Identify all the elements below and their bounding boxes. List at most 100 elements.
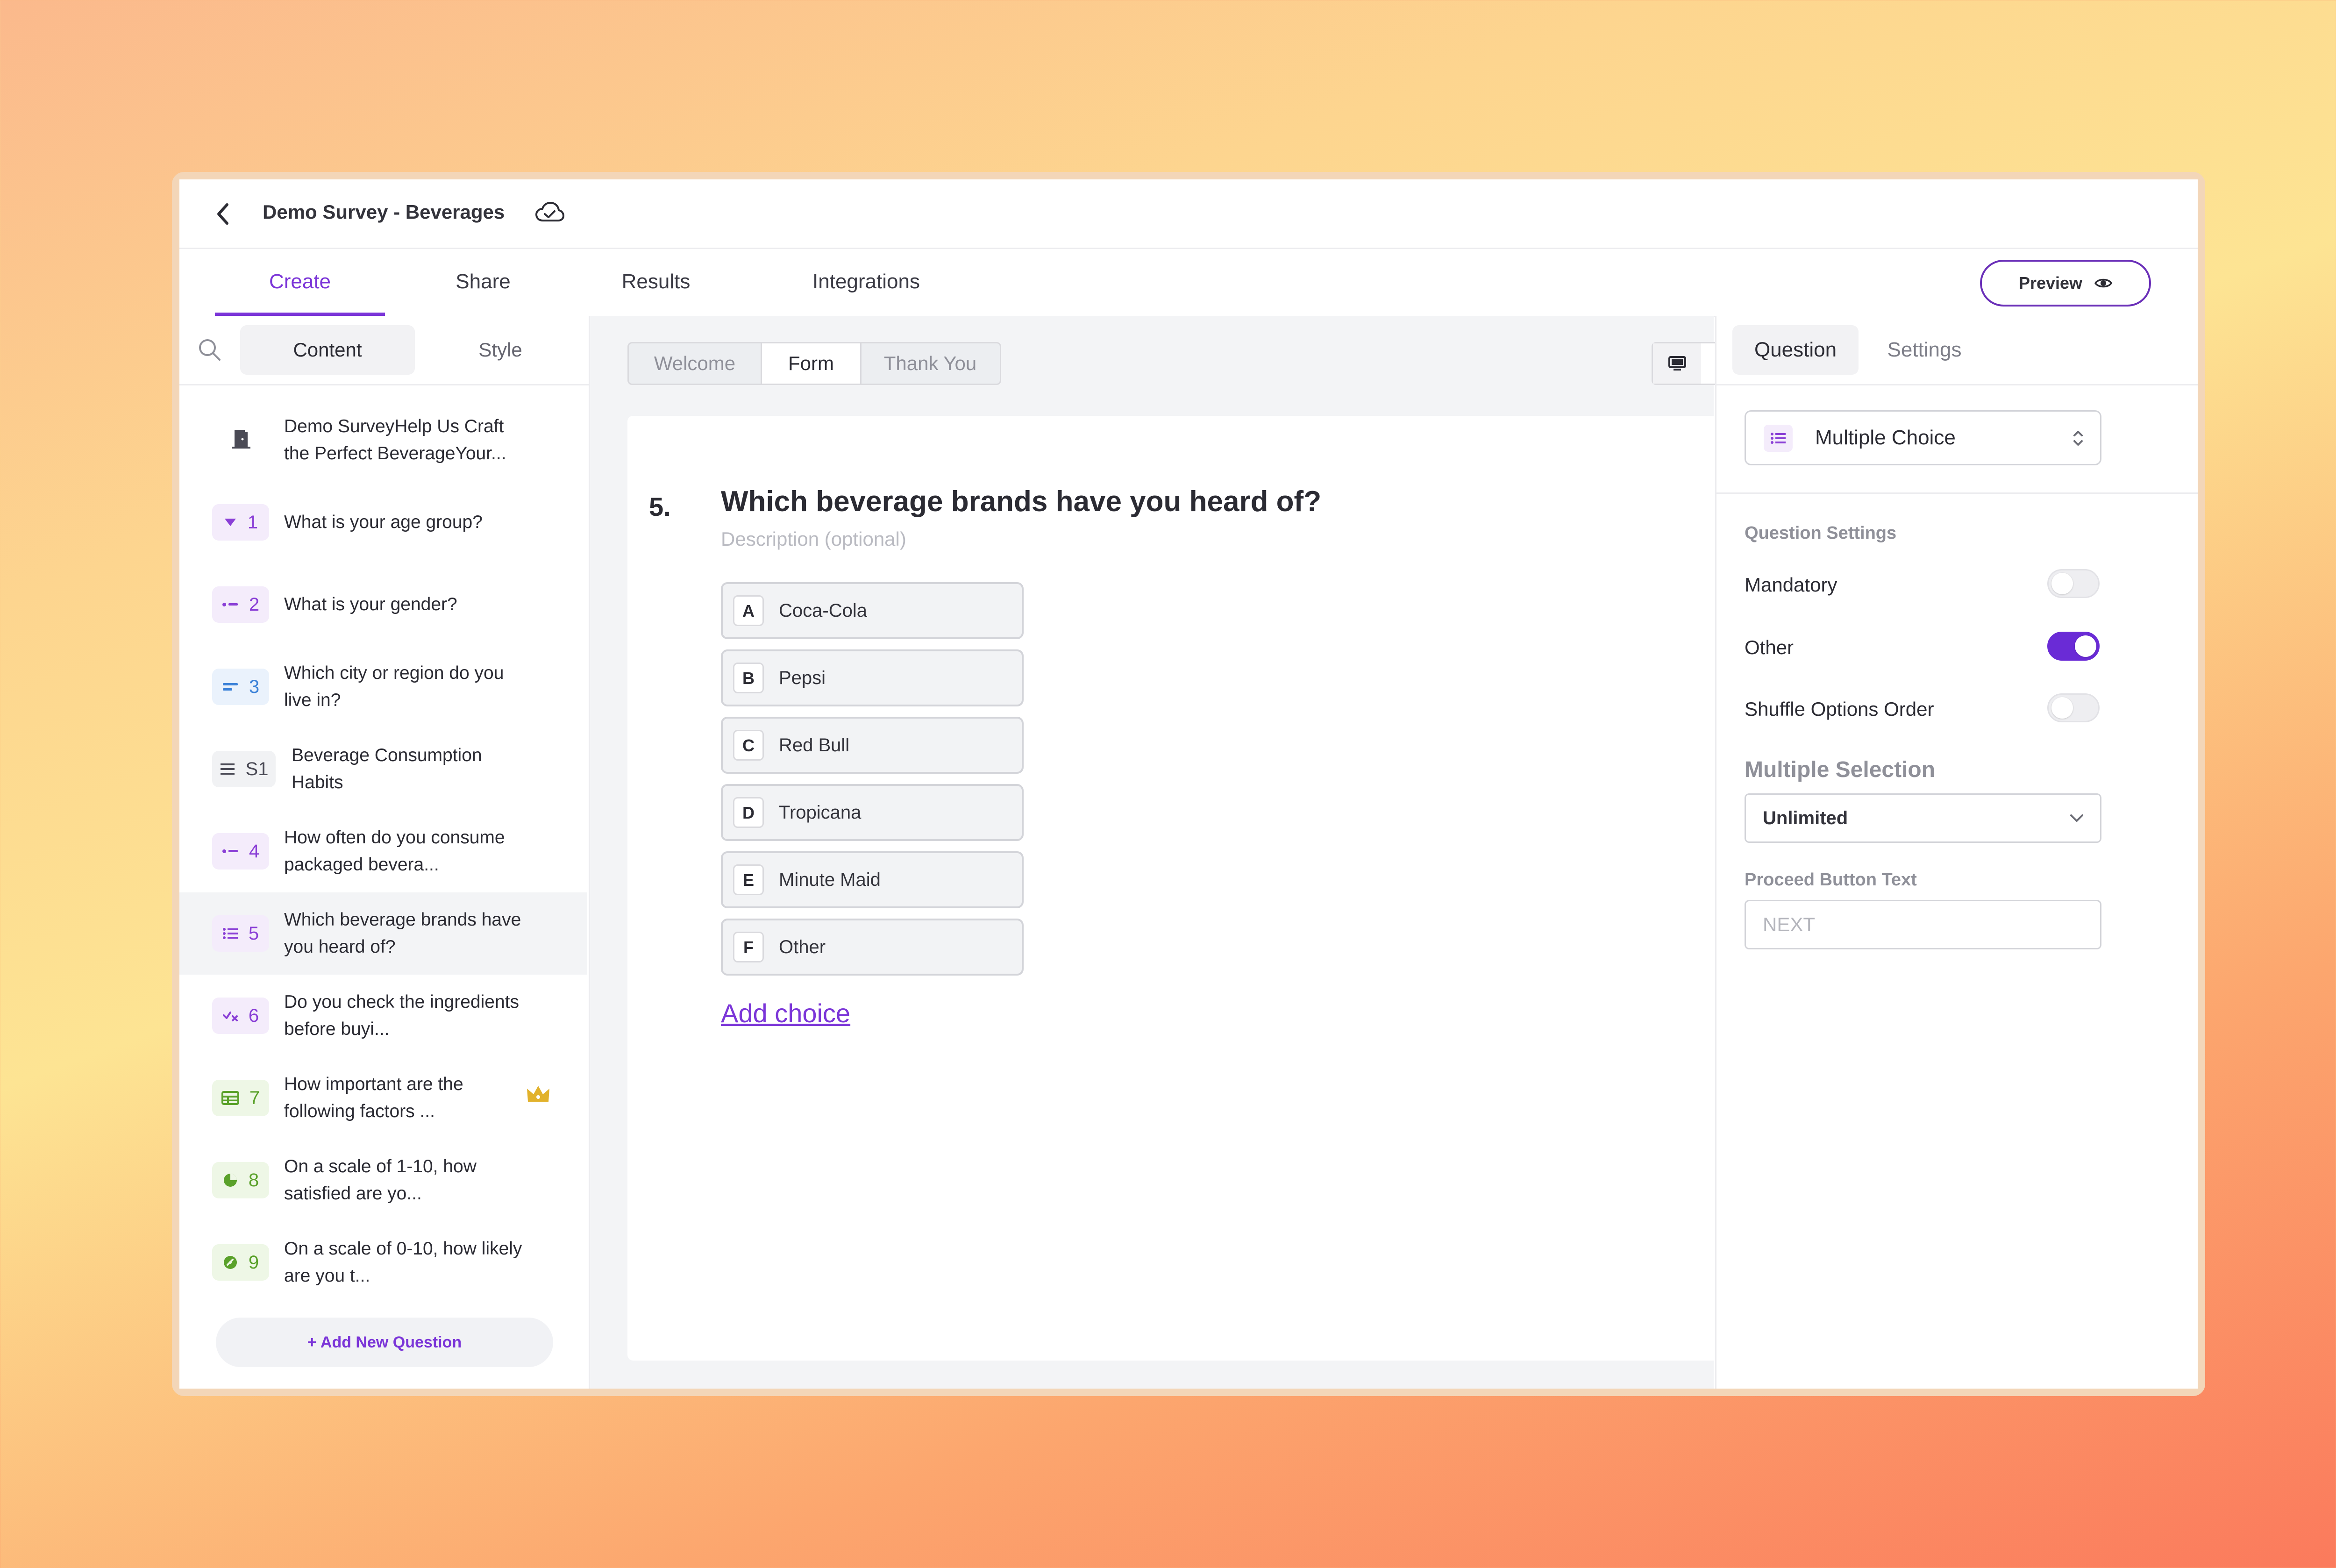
list-item-text: Demo SurveyHelp Us Craft the Perfect Bev… — [284, 416, 506, 463]
list-item-text: How important are the following factors … — [284, 1074, 463, 1121]
choice-option[interactable]: D Tropicana — [721, 784, 1024, 841]
add-choice-link[interactable]: Add choice — [721, 998, 850, 1028]
question-type-label: Multiple Choice — [1815, 426, 1956, 449]
question-description-placeholder[interactable]: Description (optional) — [721, 528, 906, 550]
multiple-selection-dropdown[interactable]: Unlimited — [1745, 793, 2101, 843]
question-badge: 4 — [212, 833, 269, 870]
question-number: 8 — [248, 1169, 259, 1190]
question-badge: 7 — [212, 1080, 269, 1116]
tab-share[interactable]: Share — [413, 248, 553, 316]
mandatory-toggle[interactable] — [2047, 569, 2100, 598]
divider — [1716, 384, 2198, 385]
shuffle-options-label: Shuffle Options Order — [1745, 698, 1934, 720]
list-item-q4[interactable]: 4 How often do you consume packaged beve… — [179, 810, 587, 892]
divider — [1716, 492, 2198, 494]
list-item-q2[interactable]: 2 What is your gender? — [179, 563, 587, 646]
short-text-icon — [222, 683, 238, 691]
proceed-button-text-label: Proceed Button Text — [1745, 870, 1917, 890]
editor-canvas: Welcome Form Thank You 5. Which beverage… — [590, 316, 1751, 1389]
dropdown-caret-icon — [224, 519, 236, 526]
list-item-text: What is your age group? — [284, 512, 483, 532]
section-number: S1 — [245, 758, 269, 779]
choice-option[interactable]: B Pepsi — [721, 649, 1024, 706]
tab-thank-you[interactable]: Thank You — [860, 343, 1000, 384]
tab-results[interactable]: Results — [581, 248, 731, 316]
tab-form[interactable]: Form — [761, 343, 862, 384]
crown-icon — [527, 1086, 549, 1102]
list-item-section-s1[interactable]: S1 Beverage Consumption Habits — [179, 728, 587, 810]
section-badge: S1 — [212, 751, 276, 787]
list-item-q7[interactable]: 7 How important are the following factor… — [179, 1057, 587, 1139]
choice-letter: D — [733, 797, 764, 828]
question-number: 7 — [249, 1087, 260, 1108]
choice-letter: E — [733, 864, 764, 895]
cloud-saved-icon — [535, 202, 564, 221]
list-item-text: Do you check the ingredients before buyi… — [284, 992, 519, 1039]
rating-icon — [223, 1174, 237, 1187]
list-item-q3[interactable]: 3 Which city or region do you live in? — [179, 646, 587, 728]
question-number: 4 — [249, 841, 260, 862]
tab-integrations[interactable]: Integrations — [773, 248, 960, 316]
mandatory-label: Mandatory — [1745, 574, 1837, 596]
list-item-q5[interactable]: 5 Which beverage brands have you heard o… — [179, 892, 587, 975]
list-item-q6[interactable]: 6 Do you check the ingredients before bu… — [179, 975, 587, 1057]
matrix-icon — [221, 1091, 239, 1105]
choice-option[interactable]: C Red Bull — [721, 717, 1024, 774]
question-list-panel: Content Style Demo SurveyHelp Us Craft t… — [179, 316, 590, 1389]
choice-letter: C — [733, 730, 764, 761]
question-number-label: 5. — [649, 492, 671, 521]
add-new-question-button[interactable]: + Add New Question — [216, 1318, 553, 1367]
choice-option[interactable]: F Other — [721, 919, 1024, 976]
list-item-q1[interactable]: 1 What is your age group? — [179, 481, 587, 563]
list-item-welcome[interactable]: Demo SurveyHelp Us Craft the Perfect Bev… — [179, 399, 587, 481]
content-tab[interactable]: Content — [240, 325, 415, 375]
list-item-text: On a scale of 1-10, how satisfied are yo… — [284, 1156, 477, 1204]
shuffle-options-toggle[interactable] — [2047, 693, 2100, 722]
list-item-text: Beverage Consumption Habits — [292, 745, 482, 792]
question-badge: 6 — [212, 998, 269, 1034]
question-number: 9 — [248, 1252, 259, 1273]
list-item-text: On a scale of 0-10, how likely are you t… — [284, 1239, 522, 1286]
choice-label: Other — [779, 937, 826, 957]
choice-letter: A — [733, 595, 764, 626]
choice-option[interactable]: E Minute Maid — [721, 851, 1024, 908]
view-tabs: Welcome Form Thank You — [627, 342, 1001, 385]
proceed-button-text-input[interactable] — [1745, 900, 2101, 949]
multiple-choice-icon — [222, 928, 238, 939]
choice-label: Red Bull — [779, 735, 850, 755]
eye-icon — [2094, 278, 2113, 288]
question-badge: 2 — [212, 586, 269, 623]
tab-create[interactable]: Create — [215, 248, 385, 316]
question-number: 2 — [249, 594, 260, 615]
survey-title[interactable]: Demo Survey - Beverages — [263, 201, 505, 223]
top-bar: Demo Survey - Beverages — [179, 179, 2198, 249]
question-settings-heading: Question Settings — [1745, 523, 1897, 543]
section-icon — [220, 763, 235, 775]
tab-welcome[interactable]: Welcome — [629, 343, 761, 384]
chevron-down-icon — [2070, 814, 2083, 822]
yes-no-icon — [222, 1012, 238, 1021]
style-tab[interactable]: Style — [428, 325, 573, 375]
other-toggle[interactable] — [2047, 632, 2100, 661]
preview-button[interactable]: Preview — [1980, 260, 2151, 306]
search-icon[interactable] — [196, 336, 222, 363]
question-badge: 8 — [212, 1162, 269, 1198]
list-item-text: How often do you consume packaged bevera… — [284, 827, 505, 875]
question-title[interactable]: Which beverage brands have you heard of? — [721, 485, 1321, 518]
question-number: 1 — [247, 512, 258, 533]
question-badge: 3 — [212, 669, 269, 705]
list-item-q9[interactable]: 9 On a scale of 0-10, how likely are you… — [179, 1221, 587, 1304]
left-panel-header: Content Style — [179, 316, 589, 385]
tab-question[interactable]: Question — [1732, 325, 1859, 375]
choice-label: Pepsi — [779, 668, 826, 688]
question-type-select[interactable]: Multiple Choice — [1745, 410, 2101, 465]
question-badge: 1 — [212, 504, 269, 541]
back-arrow-icon[interactable] — [212, 201, 235, 227]
tab-settings[interactable]: Settings — [1871, 325, 1978, 375]
desktop-view-button[interactable] — [1653, 343, 1701, 384]
list-item-q8[interactable]: 8 On a scale of 1-10, how satisfied are … — [179, 1139, 587, 1221]
app-frame: Demo Survey - Beverages Create Share Res… — [172, 172, 2205, 1396]
question-card: 5. Which beverage brands have you heard … — [627, 416, 1751, 1361]
choice-option[interactable]: A Coca-Cola — [721, 582, 1024, 639]
list-item-text: Which city or region do you live in? — [284, 663, 504, 710]
